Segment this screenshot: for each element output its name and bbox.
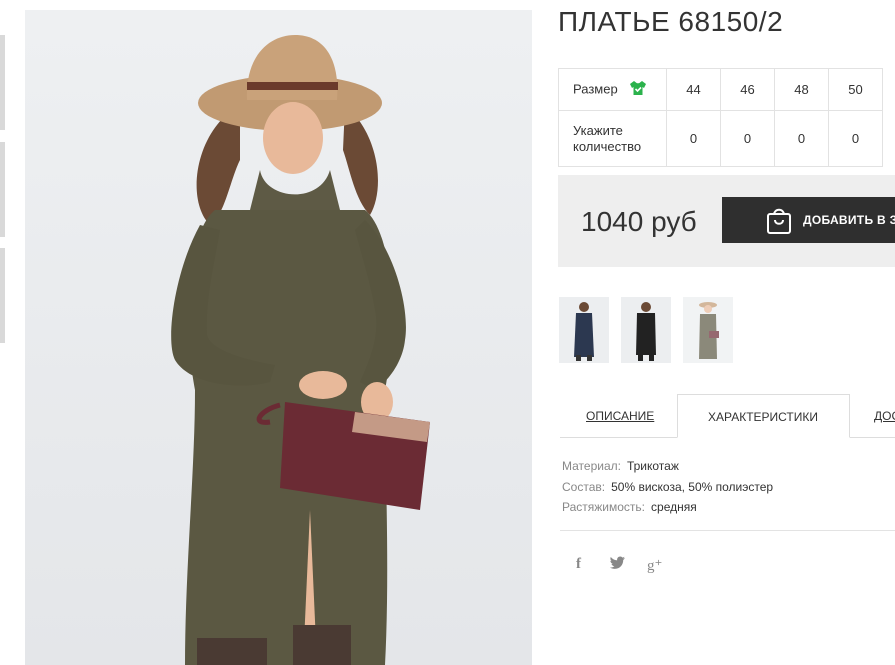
size-value: 46 <box>720 68 775 111</box>
characteristic-key: Растяжимость: <box>562 500 646 514</box>
size-label: Размер <box>573 80 618 96</box>
thumbnail-strip-item[interactable] <box>0 248 5 343</box>
product-page: ПЛАТЬЕ 68150/2 Размер 44 46 48 50 Укажит… <box>0 0 895 665</box>
tab-characteristics-label: ХАРАКТЕРИСТИКИ <box>708 410 819 424</box>
tab-description-label: ОПИСАНИЕ <box>586 409 655 423</box>
characteristic-value: 50% вискоза, 50% полиэстер <box>611 479 774 494</box>
product-price: 1040 руб <box>581 206 697 237</box>
add-to-cart-button[interactable]: ДОБАВИТЬ В ЗАКАЗ <box>722 197 895 243</box>
quantity-input[interactable]: 0 <box>774 110 829 167</box>
size-value: 48 <box>774 68 829 111</box>
quantity-label: Укажите количество <box>558 110 667 167</box>
characteristic-value: Трикотаж <box>626 459 679 473</box>
characteristic-value: средняя <box>651 500 697 514</box>
google-plus-icon[interactable]: g⁺ <box>647 556 662 575</box>
quantity-input[interactable]: 0 <box>828 110 883 167</box>
twitter-icon[interactable] <box>610 556 626 574</box>
price-box: 1040 руб ДОБАВИТЬ В ЗАКАЗ <box>558 175 895 267</box>
section-divider <box>560 530 895 531</box>
characteristic-row: Материал: Трикотаж <box>562 456 773 477</box>
main-product-photo[interactable] <box>25 10 532 665</box>
thumbnail-strip-item[interactable] <box>0 35 5 130</box>
product-title: ПЛАТЬЕ 68150/2 <box>558 6 784 37</box>
add-to-cart-label: ДОБАВИТЬ В ЗАКАЗ <box>803 213 895 227</box>
characteristic-row: Растяжимость: средняя <box>562 497 773 518</box>
tab-description[interactable]: ОПИСАНИЕ <box>560 394 677 438</box>
size-value: 44 <box>666 68 721 111</box>
size-row: Размер 44 46 48 50 <box>558 68 883 111</box>
thumbnail-strip-item[interactable] <box>0 142 5 237</box>
tab-delivery[interactable]: ДОС <box>850 394 895 438</box>
variant-thumbnail-navy[interactable] <box>559 297 609 363</box>
variant-thumbnail-black[interactable] <box>621 297 671 363</box>
tab-delivery-label: ДОС <box>874 409 895 423</box>
tshirt-icon[interactable] <box>629 80 647 100</box>
size-label-cell: Размер <box>558 68 667 111</box>
characteristics-list: Материал: Трикотаж Состав: 50% вискоза, 50… <box>562 456 773 518</box>
size-value: 50 <box>828 68 883 111</box>
quantity-row: Укажите количество 0 0 0 0 <box>558 110 883 167</box>
quantity-input[interactable]: 0 <box>666 110 721 167</box>
characteristic-key: Материал: <box>562 459 621 473</box>
shopping-bag-icon <box>765 205 793 238</box>
characteristic-key: Состав: <box>562 479 606 494</box>
quantity-input[interactable]: 0 <box>720 110 775 167</box>
size-table: Размер 44 46 48 50 Укажите количество 0 … <box>558 68 883 167</box>
facebook-icon[interactable]: f <box>576 556 581 573</box>
variant-thumbnail-khaki[interactable] <box>683 297 733 363</box>
characteristic-row: Состав: 50% вискоза, 50% полиэстер <box>562 477 773 498</box>
tab-characteristics[interactable]: ХАРАКТЕРИСТИКИ <box>677 394 850 438</box>
